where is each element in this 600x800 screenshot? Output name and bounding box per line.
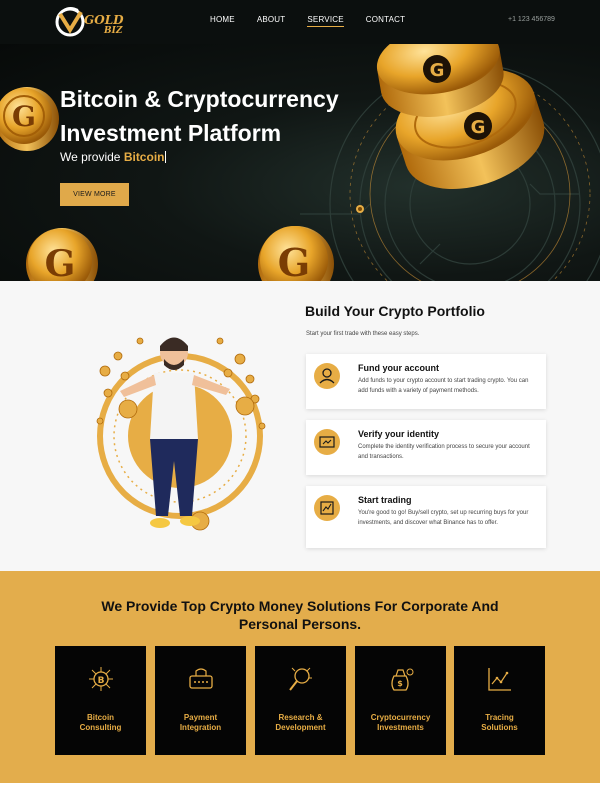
research-magnifier-icon [289,667,312,691]
svg-text:B: B [98,676,105,686]
logo-text-biz: BIZ [104,26,123,36]
service-card-payment-integration[interactable]: Payment Integration [155,646,246,755]
service-card-label-line1: Tracing [485,713,514,722]
hero-title-line2: Investment Platform [60,120,282,146]
wallet-user-icon [314,363,340,389]
nav-home[interactable]: HOME [210,15,235,27]
services-title-line2: Personal Persons. [238,616,362,632]
service-card-bitcoin-consulting[interactable]: B Bitcoin Consulting [55,646,146,755]
services-title: We Provide Top Crypto Money Solutions Fo… [60,597,540,633]
nav-about[interactable]: ABOUT [257,15,286,27]
portfolio-section: Build Your Crypto Portfolio Start your f… [0,281,600,571]
service-card-label-line1: Payment [183,713,218,722]
svg-text:G: G [471,117,486,138]
portfolio-subtitle: Start your first trade with these easy s… [306,331,420,337]
step-title: Verify your identity [358,429,440,439]
hero-title-line1: Bitcoin & Cryptocurrency [60,86,339,112]
step-card-fund: Fund your account Add funds to your cryp… [306,354,546,409]
service-card-label: Tracing Solutions [458,713,541,733]
payment-card-icon [189,668,213,689]
service-card-label-line1: Bitcoin [86,713,115,722]
site-header: GOLD BIZ HOME ABOUT SERVICE CONTACT +1 1… [0,0,600,44]
svg-text:$: $ [397,679,403,688]
service-card-label-line2: Investments [377,723,424,732]
money-bag-icon: $ [391,668,414,691]
service-card-label-line2: Development [275,723,326,732]
page-bottom-strip [0,783,600,800]
step-title: Start trading [358,495,412,505]
nav-service[interactable]: SERVICE [307,15,344,27]
step-description: You're good to go! Buy/sell crypto, set … [358,510,529,526]
hero-sub-prefix: We provide [60,150,124,164]
service-card-label: Payment Integration [159,713,242,733]
services-title-line1: We Provide Top Crypto Money Solutions Fo… [101,598,499,614]
service-card-cryptocurrency-investments[interactable]: $ Cryptocurrency Investments [355,646,446,755]
nav-contact[interactable]: CONTACT [366,15,405,27]
svg-text:G: G [45,243,76,281]
step-card-trade: Start trading You're good to go! Buy/sel… [306,486,546,548]
logo-text-gold: GOLD [84,13,124,27]
service-card-research-development[interactable]: Research & Development [255,646,346,755]
svg-text:G: G [430,60,445,81]
step-card-verify: Verify your identity Complete the identi… [306,420,546,475]
investor-illustration [96,337,266,531]
hero-sub-highlight: Bitcoin [123,150,165,164]
service-card-label: Research & Development [259,713,342,733]
bitcoin-network-icon: B [89,667,113,691]
step-title: Fund your account [358,363,439,373]
brand-logo[interactable]: GOLD BIZ [54,4,138,40]
step-description: Complete the identity verification proce… [358,444,530,460]
service-card-label-line1: Research & [278,713,323,722]
id-card-icon [314,429,340,455]
service-card-tracing-solutions[interactable]: Tracing Solutions [454,646,545,755]
typing-caret [165,151,167,163]
hero-section: G G G G G Bitcoin & Cryptocurrency Inves… [0,44,600,281]
service-card-label: Cryptocurrency Investments [359,713,442,733]
hero-subtitle: We provide Bitcoin [60,150,167,164]
step-description: Add funds to your crypto account to star… [358,378,529,394]
service-card-label-line1: Cryptocurrency [370,713,431,722]
portfolio-title: Build Your Crypto Portfolio [305,303,485,319]
service-card-label-line2: Integration [179,723,222,732]
header-phone[interactable]: +1 123 456789 [508,16,555,23]
svg-text:G: G [278,240,310,281]
main-nav: HOME ABOUT SERVICE CONTACT [210,15,427,27]
service-card-label-line2: Solutions [481,723,518,732]
tracing-chart-icon [488,668,511,691]
trade-chart-icon [314,495,340,521]
services-section: We Provide Top Crypto Money Solutions Fo… [0,571,600,783]
hero-title: Bitcoin & Cryptocurrency Investment Plat… [60,82,420,150]
view-more-button[interactable]: VIEW MORE [60,183,129,206]
service-card-label-line2: Consulting [79,723,122,732]
service-card-label: Bitcoin Consulting [59,713,142,733]
svg-text:G: G [12,100,36,133]
